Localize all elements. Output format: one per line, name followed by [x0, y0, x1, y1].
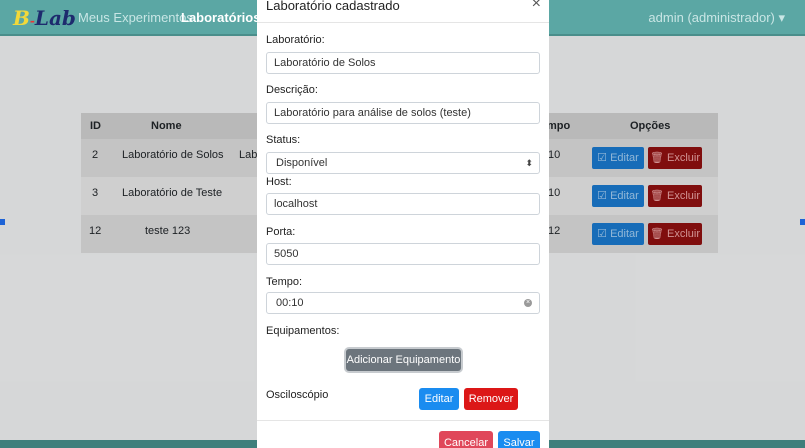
port-label: Porta: — [266, 226, 296, 238]
add-equipment-button[interactable]: Adicionar Equipamento — [346, 349, 461, 371]
host-input[interactable]: localhost — [266, 193, 540, 215]
time-value: 00:10 — [276, 297, 304, 309]
equipment-name: Osciloscópio — [266, 389, 329, 401]
status-value: Disponível — [276, 157, 328, 169]
brand-logo[interactable]: B-Lab — [13, 6, 76, 30]
status-label: Status: — [266, 134, 301, 146]
cancel-button[interactable]: Cancelar — [439, 431, 493, 448]
edit-equipment-button[interactable]: Editar — [419, 388, 459, 410]
status-select[interactable]: Disponível ⬍ — [266, 152, 540, 174]
clear-icon[interactable]: × — [524, 299, 532, 307]
resize-handle-left[interactable] — [0, 219, 5, 225]
close-icon[interactable]: × — [532, 0, 541, 13]
description-input[interactable]: Laboratório para análise de solos (teste… — [266, 102, 540, 124]
equipment-label: Equipamentos: — [266, 325, 340, 337]
modal-footer-divider — [257, 420, 549, 421]
modal-header: Laboratório cadastrado × — [257, 0, 549, 23]
nav-laboratories[interactable]: Laboratórios — [181, 10, 260, 25]
select-arrows-icon: ⬍ — [525, 158, 533, 168]
host-label: Host: — [266, 176, 292, 188]
resize-handle-right[interactable] — [800, 219, 805, 225]
description-label: Descrição: — [266, 84, 318, 96]
time-input[interactable]: 00:10 × — [266, 292, 540, 314]
port-input[interactable]: 5050 — [266, 243, 540, 265]
lab-name-label: Laboratório: — [266, 34, 325, 46]
lab-modal: Laboratório cadastrado × Laboratório: La… — [257, 0, 549, 448]
lab-name-input[interactable]: Laboratório de Solos — [266, 52, 540, 74]
time-label: Tempo: — [266, 276, 303, 288]
modal-title: Laboratório cadastrado — [266, 0, 400, 13]
admin-menu[interactable]: admin (administrador) ▾ — [648, 10, 785, 26]
remove-equipment-button[interactable]: Remover — [464, 388, 518, 410]
nav-my-experiments[interactable]: Meus Experimentos — [78, 10, 193, 25]
save-button[interactable]: Salvar — [498, 431, 540, 448]
